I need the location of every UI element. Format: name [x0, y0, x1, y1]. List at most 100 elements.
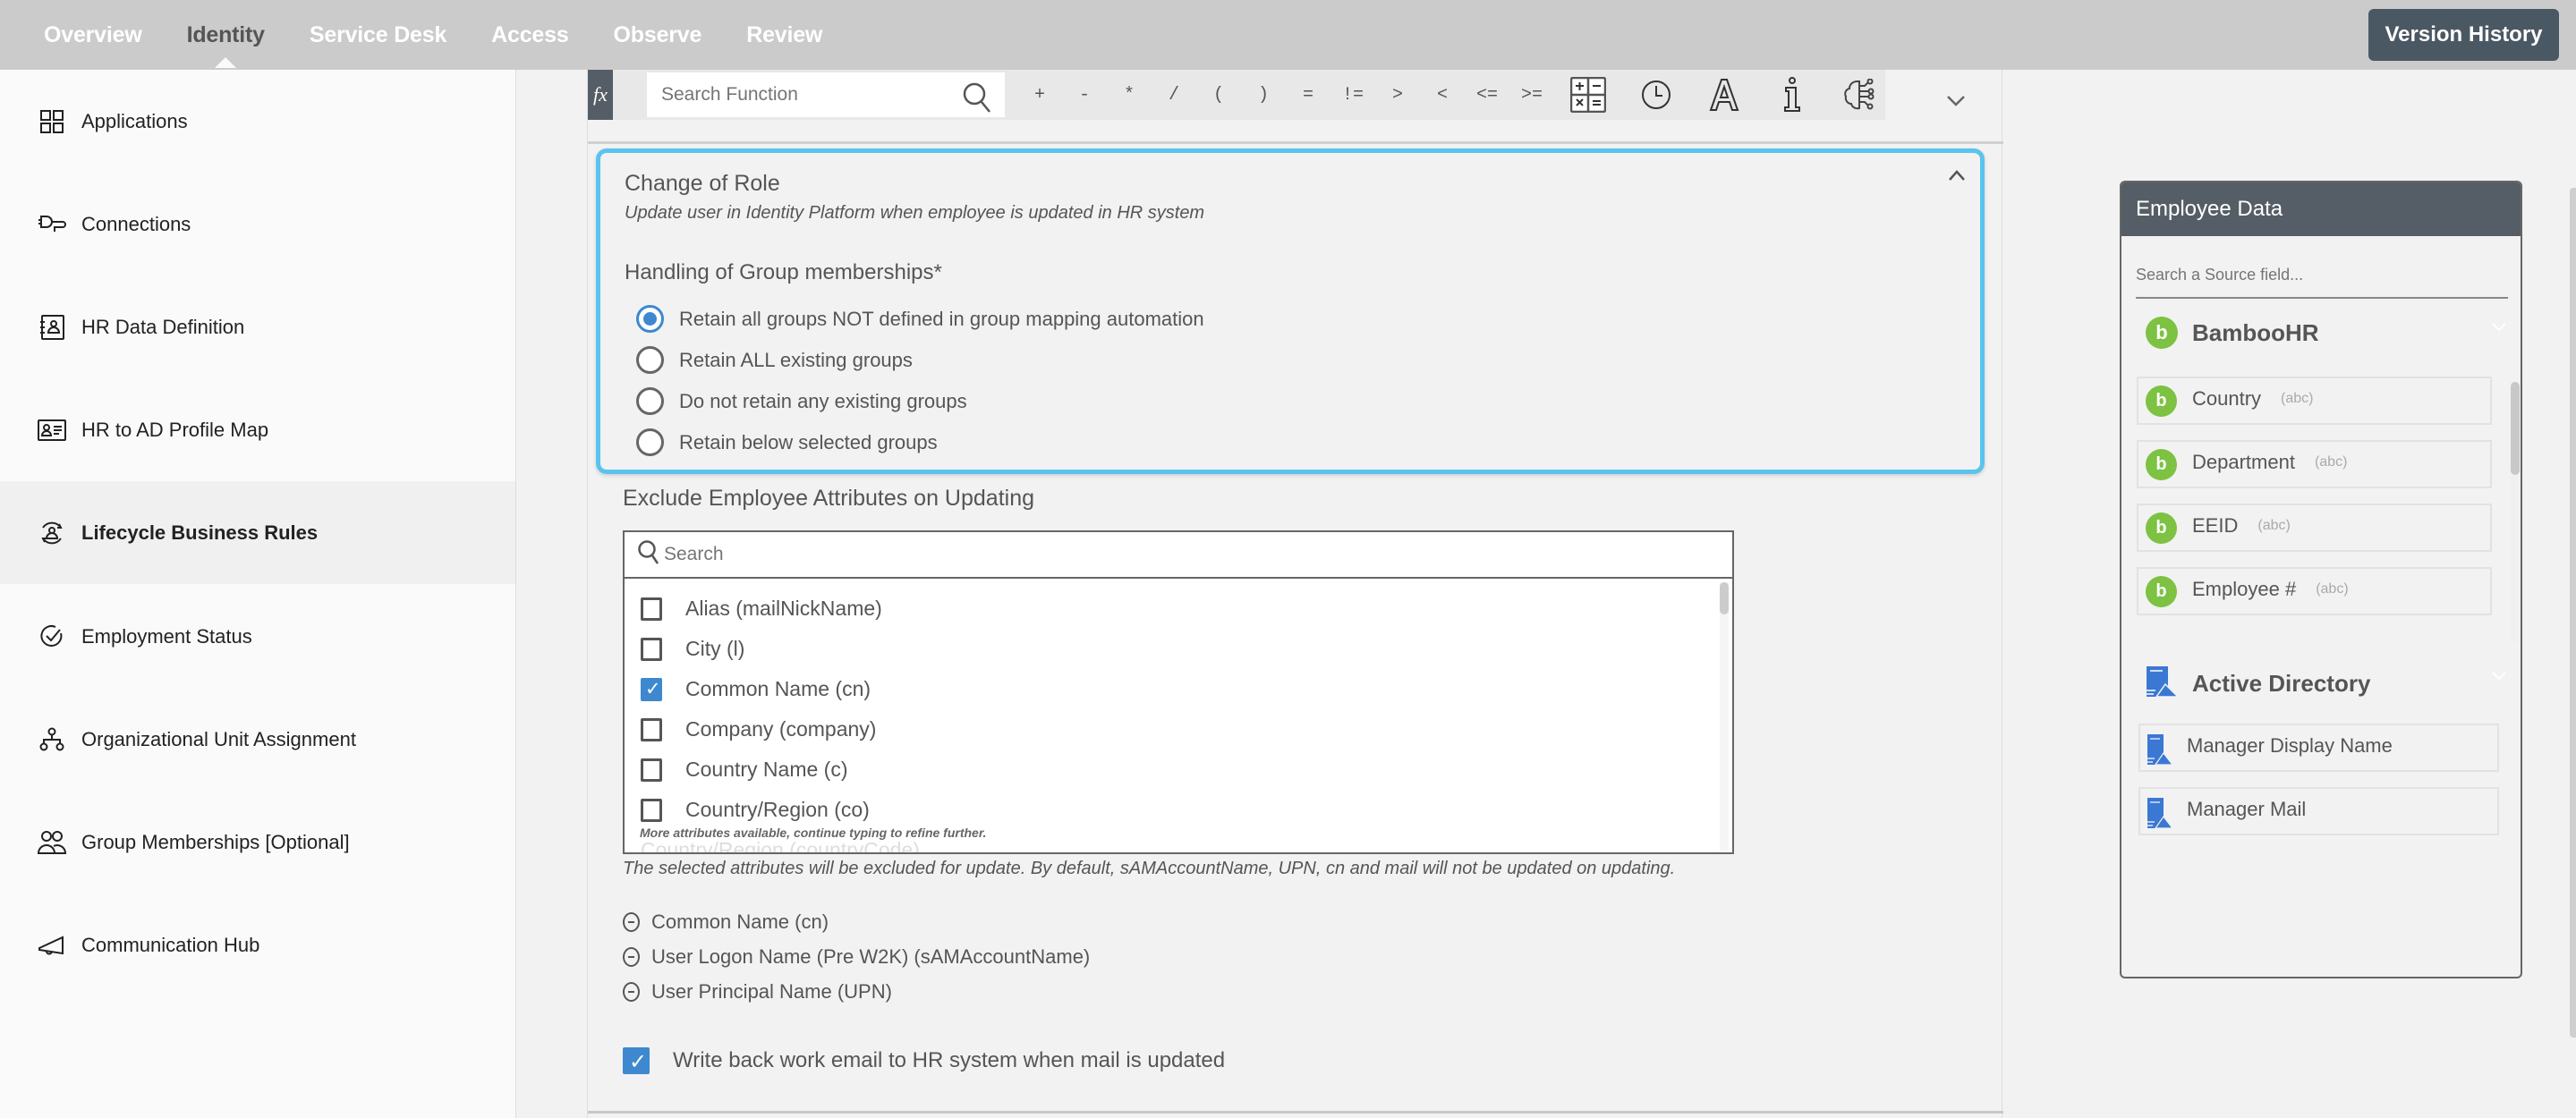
sidebar-item-hr-data-definition[interactable]: HR Data Definition	[0, 275, 515, 378]
toolbar-divider	[588, 141, 2003, 144]
chevron-down-icon[interactable]	[2492, 669, 2506, 685]
operator-plus[interactable]: +	[1017, 85, 1062, 106]
sidebar-item-employment-status[interactable]: Employment Status	[0, 585, 515, 688]
source-bamboohr-header[interactable]: b BambooHR	[2146, 317, 2506, 349]
active-directory-icon	[2147, 734, 2172, 765]
active-directory-icon	[2147, 798, 2172, 828]
attribute-label: Country/Region (co)	[685, 798, 870, 821]
radio-button[interactable]	[636, 387, 664, 415]
writeback-checkbox[interactable]	[623, 1047, 650, 1075]
attribute-option[interactable]: City (l)	[641, 637, 744, 661]
source-field-country[interactable]: b Country (abc)	[2137, 377, 2492, 425]
attribute-option[interactable]: Company (company)	[641, 717, 876, 741]
attribute-option[interactable]: Alias (mailNickName)	[641, 597, 882, 621]
sidebar-item-connections[interactable]: Connections	[0, 173, 515, 275]
operator-close-paren[interactable]: )	[1241, 85, 1286, 106]
checkbox[interactable]	[641, 717, 662, 741]
radio-button[interactable]	[636, 305, 664, 333]
operator-not-equals[interactable]: !=	[1331, 85, 1375, 106]
ai-brain-icon[interactable]	[1826, 70, 1894, 120]
version-history-button[interactable]: Version History	[2368, 9, 2559, 61]
operator-divide[interactable]: /	[1152, 85, 1196, 106]
expand-toolbar-chevron-icon[interactable]	[1946, 95, 1966, 112]
operator-less[interactable]: <	[1420, 85, 1465, 106]
operator-less-equal[interactable]: <=	[1465, 85, 1509, 106]
source-field-eeid[interactable]: b EEID (abc)	[2137, 504, 2492, 552]
tab-overview[interactable]: Overview	[44, 22, 142, 48]
tab-review[interactable]: Review	[746, 22, 822, 48]
source-field-department[interactable]: b Department (abc)	[2137, 440, 2492, 488]
bamboohr-fields-scrollbar[interactable]	[2511, 382, 2520, 641]
default-excluded-label: Common Name (cn)	[651, 910, 829, 933]
source-active-directory-header[interactable]: Active Directory	[2146, 665, 2506, 702]
sidebar-item-lifecycle-business-rules[interactable]: Lifecycle Business Rules	[0, 481, 515, 584]
sidebar-item-label: HR to AD Profile Map	[81, 418, 269, 441]
checkbox[interactable]	[641, 758, 662, 782]
operator-open-paren[interactable]: (	[1196, 85, 1241, 106]
tab-observe[interactable]: Observe	[614, 22, 702, 48]
operator-multiply[interactable]: *	[1107, 85, 1152, 106]
minus-circle-icon[interactable]	[623, 912, 640, 932]
attribute-list-scrollbar[interactable]	[1720, 582, 1729, 851]
checkbox[interactable]	[641, 597, 662, 621]
operator-minus[interactable]: -	[1062, 85, 1107, 106]
search-icon[interactable]	[962, 81, 992, 118]
attribute-label: Company (company)	[685, 717, 877, 741]
source-field-manager-display-name[interactable]: Manager Display Name	[2138, 724, 2499, 772]
attribute-label: Country Name (c)	[685, 758, 848, 781]
attribute-option[interactable]: Country/Region (co)	[641, 798, 870, 822]
main-content: fx + - * / ( ) = != > < <= >=	[587, 70, 2003, 1118]
writeback-email-option[interactable]: Write back work email to HR system when …	[623, 1047, 1225, 1075]
field-name: Department	[2192, 451, 2295, 473]
default-excluded-label: User Logon Name (Pre W2K) (sAMAccountNam…	[651, 945, 1091, 968]
sidebar-item-applications[interactable]: Applications	[0, 70, 515, 173]
source-name: Active Directory	[2192, 670, 2371, 697]
scrollbar-thumb[interactable]	[1720, 582, 1729, 614]
attribute-label: City (l)	[685, 637, 745, 660]
attribute-search	[625, 532, 1732, 579]
attribute-search-input[interactable]	[660, 544, 1689, 565]
operator-greater-equal[interactable]: >=	[1509, 85, 1554, 106]
clock-icon[interactable]	[1622, 70, 1690, 120]
chevron-down-icon[interactable]	[2492, 320, 2506, 336]
text-a-icon[interactable]	[1690, 70, 1758, 120]
radio-label: Retain all groups NOT defined in group m…	[679, 307, 1204, 330]
collapse-chevron-up-icon[interactable]	[1948, 169, 1966, 186]
scrollbar-thumb[interactable]	[2511, 382, 2520, 475]
attribute-option[interactable]: Country Name (c)	[641, 758, 847, 782]
tab-service-desk[interactable]: Service Desk	[310, 22, 446, 48]
info-icon[interactable]	[1758, 70, 1826, 120]
attribute-option[interactable]: Common Name (cn)	[641, 677, 871, 701]
checkbox-checked[interactable]	[641, 677, 662, 701]
minus-circle-icon[interactable]	[623, 947, 640, 967]
radio-button[interactable]	[636, 428, 664, 456]
source-field-search-input[interactable]	[2136, 254, 2494, 295]
field-name: Country	[2192, 387, 2262, 410]
sidebar-item-group-memberships[interactable]: Group Memberships [Optional]	[0, 791, 515, 894]
sidebar-item-label: Employment Status	[81, 624, 252, 648]
sidebar-item-organizational-unit-assignment[interactable]: Organizational Unit Assignment	[0, 688, 515, 791]
tab-identity[interactable]: Identity	[187, 22, 265, 48]
radio-button[interactable]	[636, 346, 664, 374]
sidebar-item-communication-hub[interactable]: Communication Hub	[0, 894, 515, 996]
operator-equals[interactable]: =	[1286, 85, 1331, 106]
minus-circle-icon[interactable]	[623, 982, 640, 1002]
source-field-manager-mail[interactable]: Manager Mail	[2138, 787, 2499, 835]
checkbox[interactable]	[641, 637, 662, 661]
card-title: Change of Role	[625, 171, 780, 196]
radio-retain-not-defined[interactable]: Retain all groups NOT defined in group m…	[636, 305, 1204, 333]
radio-retain-selected[interactable]: Retain below selected groups	[636, 428, 938, 456]
tab-access[interactable]: Access	[491, 22, 569, 48]
users-group-icon	[38, 828, 66, 857]
source-field-employee-number[interactable]: b Employee # (abc)	[2137, 567, 2492, 615]
page-scrollbar[interactable]	[2570, 188, 2576, 1038]
radio-retain-all[interactable]: Retain ALL existing groups	[636, 346, 913, 374]
sidebar-item-hr-to-ad-profile-map[interactable]: HR to AD Profile Map	[0, 378, 515, 481]
field-type: (abc)	[2314, 454, 2348, 470]
operator-greater[interactable]: >	[1375, 85, 1420, 106]
radio-retain-none[interactable]: Do not retain any existing groups	[636, 387, 967, 415]
function-search-input[interactable]	[647, 84, 951, 106]
checkbox[interactable]	[641, 798, 662, 822]
source-name: BambooHR	[2192, 318, 2319, 346]
calculator-icon[interactable]	[1554, 70, 1622, 120]
